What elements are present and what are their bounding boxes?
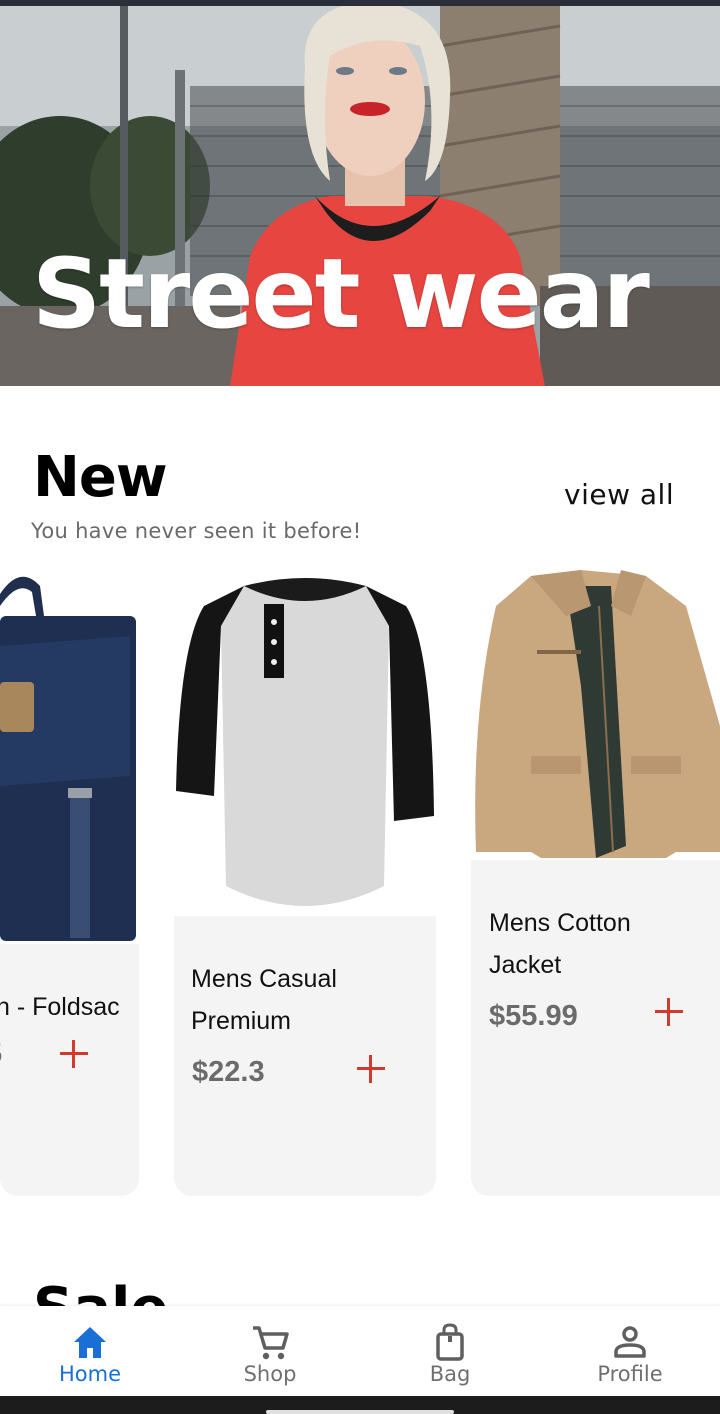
product-card-body — [0, 944, 139, 1196]
product-name-line2: Premium — [191, 1007, 292, 1035]
product-card[interactable]: Mens Casual Premium $22.3 — [174, 566, 436, 1196]
bottom-navigation: Home Shop Bag Profile — [0, 1306, 720, 1396]
add-to-bag-button[interactable] — [357, 1055, 385, 1083]
bag-icon — [436, 1323, 464, 1361]
product-name: n - Foldsac — [0, 993, 120, 1021]
nav-home[interactable]: Home — [0, 1306, 180, 1396]
nav-label: Profile — [597, 1362, 663, 1386]
product-price: $22.3 — [192, 1056, 265, 1088]
nav-label: Shop — [243, 1362, 297, 1386]
product-image — [475, 570, 720, 858]
product-card[interactable]: n - Foldsac 5 — [0, 566, 140, 1196]
view-all-link[interactable]: view all — [564, 478, 674, 511]
nav-label: Home — [58, 1362, 121, 1386]
product-image — [176, 578, 434, 906]
product-card[interactable]: Mens Cotton Jacket $55.99 — [471, 566, 720, 1196]
nav-label: Bag — [429, 1362, 471, 1386]
hero-banner[interactable]: Street wear — [0, 6, 720, 386]
section-subtitle: You have never seen it before! — [31, 519, 362, 543]
hero-title: Street wear — [32, 238, 650, 350]
product-name: Mens Casual — [191, 965, 337, 993]
person-icon — [614, 1326, 646, 1358]
nav-bag[interactable]: Bag — [360, 1306, 540, 1396]
product-name-line2: Jacket — [489, 951, 562, 979]
section-title: New — [33, 445, 168, 510]
product-name: Mens Cotton — [489, 909, 631, 937]
product-price: 5 — [0, 1038, 2, 1071]
home-icon — [74, 1327, 106, 1358]
sale-section-title: Sale — [33, 1276, 168, 1306]
home-indicator[interactable] — [266, 1410, 454, 1414]
nav-profile[interactable]: Profile — [540, 1306, 720, 1396]
nav-shop[interactable]: Shop — [180, 1306, 360, 1396]
add-to-bag-button[interactable] — [60, 1040, 88, 1068]
add-to-bag-button[interactable] — [655, 998, 683, 1026]
product-price: $55.99 — [489, 1000, 578, 1032]
cart-icon — [253, 1326, 289, 1360]
product-image — [0, 576, 136, 941]
